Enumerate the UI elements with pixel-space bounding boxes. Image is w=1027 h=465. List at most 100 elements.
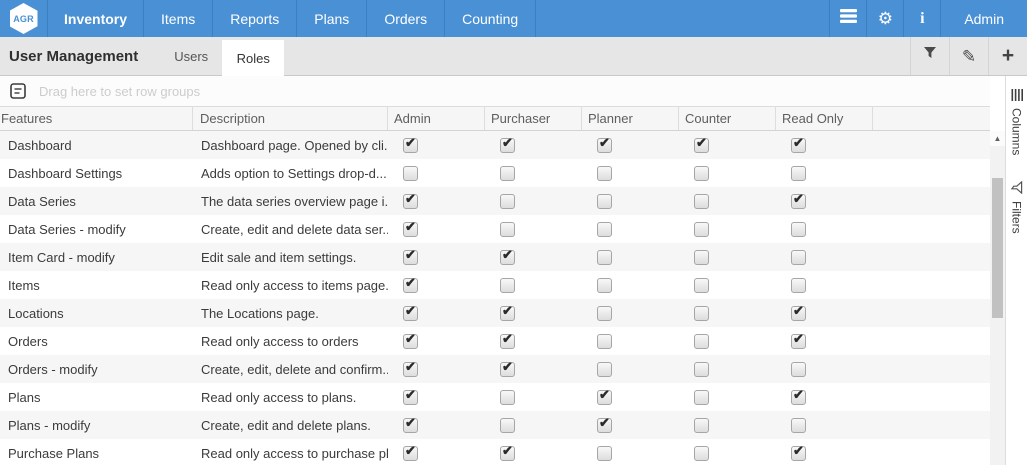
settings-button[interactable]: ⚙: [866, 0, 903, 37]
permission-checkbox[interactable]: [597, 390, 612, 405]
permission-checkbox[interactable]: [694, 166, 709, 181]
permission-checkbox[interactable]: [500, 446, 515, 461]
permission-checkbox[interactable]: [791, 418, 806, 433]
column-header-counter[interactable]: Counter: [679, 107, 776, 130]
data-connections-button[interactable]: [829, 0, 866, 37]
nav-item-reports[interactable]: Reports: [213, 0, 297, 37]
scrollbar-thumb[interactable]: [992, 178, 1003, 318]
tab-columns[interactable]: Columns: [1010, 89, 1024, 155]
permission-checkbox[interactable]: [500, 418, 515, 433]
permission-checkbox[interactable]: [597, 418, 612, 433]
permission-checkbox[interactable]: [403, 306, 418, 321]
permission-checkbox[interactable]: [597, 194, 612, 209]
edit-button[interactable]: ✎: [949, 37, 988, 75]
permission-checkbox[interactable]: [791, 362, 806, 377]
add-button[interactable]: +: [988, 37, 1027, 75]
permission-checkbox[interactable]: [500, 306, 515, 321]
permission-cell-counter: [679, 166, 776, 181]
permission-checkbox[interactable]: [597, 250, 612, 265]
permission-checkbox[interactable]: [791, 138, 806, 153]
permission-checkbox[interactable]: [694, 446, 709, 461]
permission-checkbox[interactable]: [597, 306, 612, 321]
vertical-scrollbar[interactable]: ▲: [990, 131, 1005, 465]
permission-checkbox[interactable]: [791, 334, 806, 349]
permission-checkbox[interactable]: [403, 222, 418, 237]
permission-checkbox[interactable]: [597, 334, 612, 349]
nav-item-items[interactable]: Items: [144, 0, 213, 37]
permission-checkbox[interactable]: [694, 138, 709, 153]
scroll-up-button[interactable]: ▲: [990, 131, 1005, 146]
permission-checkbox[interactable]: [403, 250, 418, 265]
column-header-planner[interactable]: Planner: [582, 107, 679, 130]
permission-cell-counter: [679, 390, 776, 405]
permission-checkbox[interactable]: [791, 306, 806, 321]
permission-checkbox[interactable]: [403, 334, 418, 349]
permission-checkbox[interactable]: [694, 222, 709, 237]
column-header-features[interactable]: Features: [0, 107, 193, 130]
permission-checkbox[interactable]: [403, 194, 418, 209]
permission-checkbox[interactable]: [791, 222, 806, 237]
permission-checkbox[interactable]: [694, 306, 709, 321]
permission-checkbox[interactable]: [694, 418, 709, 433]
permission-checkbox[interactable]: [694, 194, 709, 209]
permission-cell-purchaser: [485, 166, 582, 181]
nav-item-plans[interactable]: Plans: [297, 0, 367, 37]
permission-checkbox[interactable]: [791, 278, 806, 293]
permission-checkbox[interactable]: [500, 138, 515, 153]
permission-checkbox[interactable]: [403, 418, 418, 433]
permission-checkbox[interactable]: [597, 446, 612, 461]
permission-checkbox[interactable]: [694, 362, 709, 377]
permission-checkbox[interactable]: [791, 250, 806, 265]
permission-cell-admin: [388, 446, 485, 461]
agr-logo[interactable]: AGR: [0, 0, 48, 37]
column-header-description[interactable]: Description: [193, 107, 388, 130]
permission-checkbox[interactable]: [403, 446, 418, 461]
permission-checkbox[interactable]: [500, 250, 515, 265]
permission-checkbox[interactable]: [791, 390, 806, 405]
permission-checkbox[interactable]: [694, 334, 709, 349]
permission-cell-purchaser: [485, 362, 582, 377]
permission-checkbox[interactable]: [403, 138, 418, 153]
info-icon: i: [920, 11, 924, 27]
permission-checkbox[interactable]: [403, 362, 418, 377]
permission-checkbox[interactable]: [500, 166, 515, 181]
permission-checkbox[interactable]: [597, 222, 612, 237]
permission-checkbox[interactable]: [500, 222, 515, 237]
pencil-icon: ✎: [962, 48, 976, 65]
column-header-admin[interactable]: Admin: [388, 107, 485, 130]
permission-checkbox[interactable]: [500, 390, 515, 405]
permission-checkbox[interactable]: [500, 362, 515, 377]
permission-checkbox[interactable]: [791, 194, 806, 209]
tab-roles[interactable]: Roles: [222, 40, 284, 76]
permission-checkbox[interactable]: [694, 250, 709, 265]
feature-cell: Dashboard: [0, 138, 193, 153]
permission-checkbox[interactable]: [403, 390, 418, 405]
permission-checkbox[interactable]: [500, 278, 515, 293]
row-group-drop-zone[interactable]: Drag here to set row groups: [0, 76, 990, 107]
permission-checkbox[interactable]: [694, 390, 709, 405]
permission-checkbox[interactable]: [597, 166, 612, 181]
nav-item-inventory[interactable]: Inventory: [48, 0, 144, 37]
permission-checkbox[interactable]: [597, 278, 612, 293]
grid-header-row: FeaturesDescriptionAdminPurchaserPlanner…: [0, 107, 990, 131]
permission-checkbox[interactable]: [597, 138, 612, 153]
permission-checkbox[interactable]: [791, 446, 806, 461]
tab-filters[interactable]: Filters: [1010, 181, 1024, 234]
permission-checkbox[interactable]: [791, 166, 806, 181]
permission-checkbox[interactable]: [694, 278, 709, 293]
nav-item-orders[interactable]: Orders: [367, 0, 445, 37]
permission-checkbox[interactable]: [403, 166, 418, 181]
permission-checkbox[interactable]: [403, 278, 418, 293]
column-header-read-only[interactable]: Read Only: [776, 107, 873, 130]
permission-checkbox[interactable]: [500, 334, 515, 349]
tab-users[interactable]: Users: [160, 37, 222, 75]
permission-checkbox[interactable]: [597, 362, 612, 377]
nav-item-counting[interactable]: Counting: [445, 0, 536, 37]
table-row: Item Card - modifyEdit sale and item set…: [0, 243, 990, 271]
filter-button[interactable]: [910, 37, 949, 75]
permission-cell-planner: [582, 250, 679, 265]
column-header-purchaser[interactable]: Purchaser: [485, 107, 582, 130]
info-button[interactable]: i: [903, 0, 940, 37]
permission-checkbox[interactable]: [500, 194, 515, 209]
user-menu[interactable]: Admin: [940, 0, 1027, 37]
